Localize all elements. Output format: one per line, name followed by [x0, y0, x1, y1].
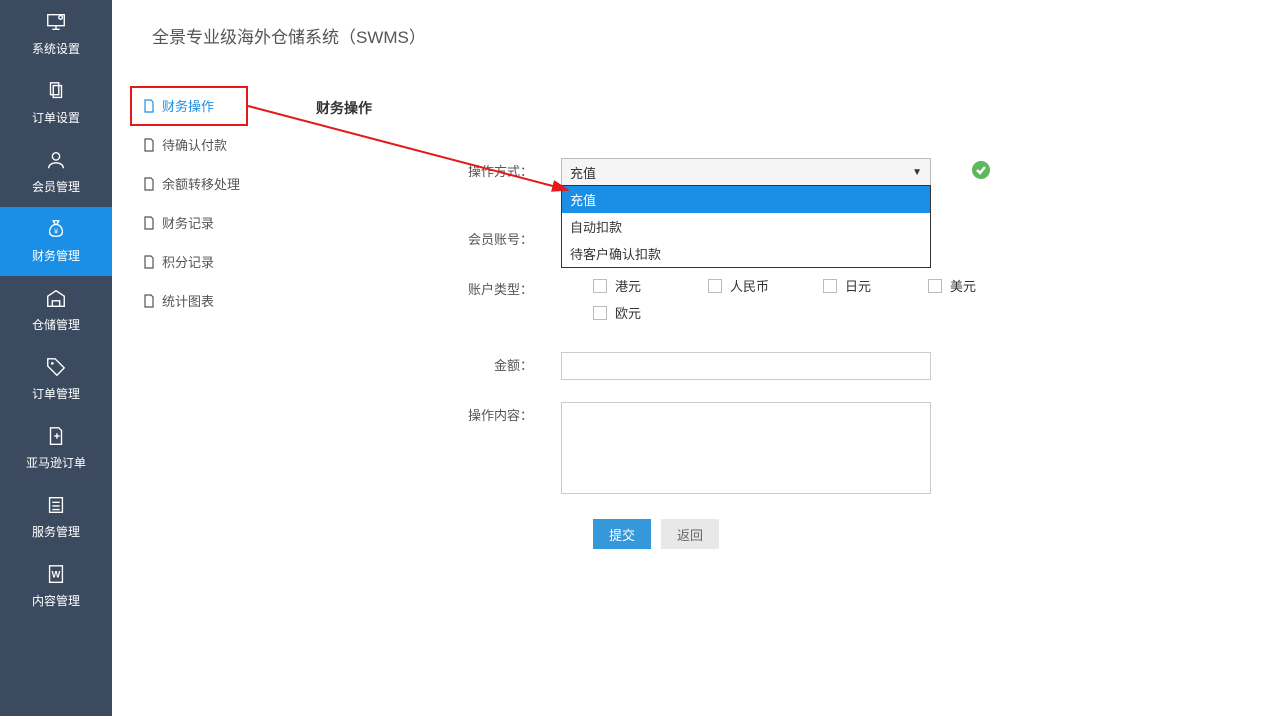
checkbox-group-currency: 港元 人民币 日元 美元 欧元 — [593, 276, 1033, 330]
sidebar-label: 仓储管理 — [32, 316, 80, 333]
checkbox-box-icon — [823, 279, 837, 293]
subnav-item-stats-chart[interactable]: 统计图表 — [130, 281, 280, 320]
sidebar-label: 订单设置 — [32, 109, 80, 126]
document-icon — [142, 177, 156, 191]
checkbox-label: 日元 — [845, 276, 871, 295]
subnav-label: 积分记录 — [162, 252, 214, 271]
checkbox-label: 美元 — [950, 276, 976, 295]
sidebar-label: 系统设置 — [32, 40, 80, 57]
checkbox-box-icon — [928, 279, 942, 293]
person-icon — [44, 148, 68, 172]
sidebar-label: 内容管理 — [32, 592, 80, 609]
subnav-item-pending-confirm[interactable]: 待确认付款 — [130, 125, 280, 164]
checkbox-box-icon — [708, 279, 722, 293]
sidebar: 系统设置 订单设置 会员管理 ¥ 财务管理 仓储管理 订单管理 亚马逊订单 服务… — [0, 0, 112, 716]
subnav-item-balance-transfer[interactable]: 余额转移处理 — [130, 164, 280, 203]
money-bag-icon: ¥ — [44, 217, 68, 241]
content: 财务操作 操作方式： 充值 ▼ 充值 自动扣款 待客户确认扣款 会员账号： 账户… — [296, 86, 1279, 716]
select-value: 充值 — [570, 163, 596, 182]
label-member-account: 会员账号： — [316, 226, 561, 254]
sidebar-label: 订单管理 — [32, 385, 80, 402]
sidebar-label: 服务管理 — [32, 523, 80, 540]
document-icon — [142, 216, 156, 230]
checkbox-hkd[interactable]: 港元 — [593, 276, 708, 295]
success-check-icon — [972, 161, 990, 179]
subnav-label: 财务操作 — [162, 96, 214, 115]
sidebar-item-warehouse-mgmt[interactable]: 仓储管理 — [0, 276, 112, 345]
submit-button[interactable]: 提交 — [593, 519, 651, 549]
word-icon: W — [44, 562, 68, 586]
checkbox-eur[interactable]: 欧元 — [593, 303, 708, 322]
page-plus-icon — [44, 424, 68, 448]
subnav-label: 待确认付款 — [162, 135, 227, 154]
checkbox-usd[interactable]: 美元 — [928, 276, 1018, 295]
dropdown-option-customer-confirm[interactable]: 待客户确认扣款 — [562, 240, 930, 267]
tag-icon — [44, 355, 68, 379]
subnav-item-finance-record[interactable]: 财务记录 — [130, 203, 280, 242]
button-row: 提交 返回 — [593, 519, 1259, 549]
svg-text:W: W — [52, 570, 61, 580]
document-icon — [142, 255, 156, 269]
row-operation-mode: 操作方式： 充值 ▼ 充值 自动扣款 待客户确认扣款 — [316, 158, 1259, 186]
label-operation-mode: 操作方式： — [316, 158, 561, 186]
list-icon — [44, 493, 68, 517]
checkbox-label: 欧元 — [615, 303, 641, 322]
label-amount: 金额： — [316, 352, 561, 380]
sidebar-item-service-mgmt[interactable]: 服务管理 — [0, 483, 112, 552]
checkbox-box-icon — [593, 279, 607, 293]
sidebar-label: 财务管理 — [32, 247, 80, 264]
subnav-label: 统计图表 — [162, 291, 214, 310]
row-operation-content: 操作内容： — [316, 402, 1259, 497]
input-amount[interactable] — [561, 352, 931, 380]
select-operation-mode[interactable]: 充值 ▼ 充值 自动扣款 待客户确认扣款 — [561, 158, 931, 186]
sidebar-item-content-mgmt[interactable]: W 内容管理 — [0, 552, 112, 621]
sidebar-item-order-mgmt[interactable]: 订单管理 — [0, 345, 112, 414]
textarea-operation-content[interactable] — [561, 402, 931, 494]
checkbox-jpy[interactable]: 日元 — [823, 276, 928, 295]
checkbox-label: 人民币 — [730, 276, 769, 295]
caret-down-icon: ▼ — [912, 167, 922, 178]
sidebar-label: 会员管理 — [32, 178, 80, 195]
checkbox-label: 港元 — [615, 276, 641, 295]
docs-icon — [44, 79, 68, 103]
dropdown-option-recharge[interactable]: 充值 — [562, 186, 930, 213]
subnav-label: 财务记录 — [162, 213, 214, 232]
subnav: 财务操作 待确认付款 余额转移处理 财务记录 积分记录 统计图表 — [130, 86, 280, 320]
label-account-type: 账户类型： — [316, 276, 561, 304]
select-display[interactable]: 充值 ▼ — [561, 158, 931, 186]
dropdown-option-auto-debit[interactable]: 自动扣款 — [562, 213, 930, 240]
subnav-item-finance-op[interactable]: 财务操作 — [130, 86, 280, 125]
document-icon — [142, 138, 156, 152]
document-icon — [142, 294, 156, 308]
gear-monitor-icon — [44, 10, 68, 34]
row-account-type: 账户类型： 港元 人民币 日元 美元 — [316, 276, 1259, 330]
row-amount: 金额： — [316, 352, 1259, 380]
sidebar-item-amazon-order[interactable]: 亚马逊订单 — [0, 414, 112, 483]
sidebar-item-system-settings[interactable]: 系统设置 — [0, 0, 112, 69]
sidebar-label: 亚马逊订单 — [26, 454, 86, 471]
content-title: 财务操作 — [316, 98, 1259, 118]
sidebar-item-finance-mgmt[interactable]: ¥ 财务管理 — [0, 207, 112, 276]
header: 全景专业级海外仓储系统（SWMS） — [112, 0, 1279, 70]
label-operation-content: 操作内容： — [316, 402, 561, 430]
document-icon — [142, 99, 156, 113]
back-button[interactable]: 返回 — [661, 519, 719, 549]
subnav-item-points-record[interactable]: 积分记录 — [130, 242, 280, 281]
checkbox-box-icon — [593, 306, 607, 320]
sidebar-item-order-settings[interactable]: 订单设置 — [0, 69, 112, 138]
page-title: 全景专业级海外仓储系统（SWMS） — [152, 23, 426, 48]
checkbox-cny[interactable]: 人民币 — [708, 276, 823, 295]
sidebar-item-member-mgmt[interactable]: 会员管理 — [0, 138, 112, 207]
svg-text:¥: ¥ — [54, 227, 59, 236]
warehouse-icon — [44, 286, 68, 310]
dropdown-operation-mode: 充值 自动扣款 待客户确认扣款 — [561, 185, 931, 268]
subnav-label: 余额转移处理 — [162, 174, 240, 193]
